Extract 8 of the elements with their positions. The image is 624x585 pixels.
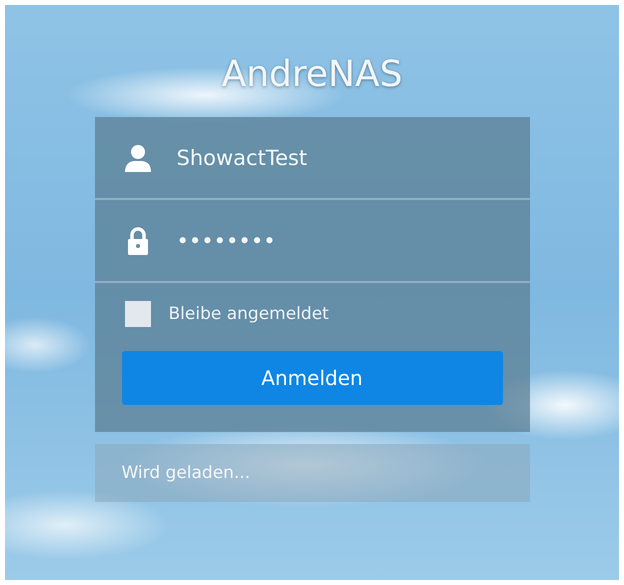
remember-checkbox[interactable] — [124, 301, 150, 327]
remember-label: Bleibe angemeldet — [168, 304, 329, 324]
server-title: AndreNAS — [222, 53, 402, 97]
status-text: Wird geladen... — [122, 463, 250, 483]
user-icon — [122, 142, 152, 172]
login-button[interactable]: Anmelden — [122, 351, 502, 405]
username-field[interactable]: ShowactTest — [176, 146, 496, 170]
password-field[interactable]: •••••••• — [176, 228, 496, 252]
